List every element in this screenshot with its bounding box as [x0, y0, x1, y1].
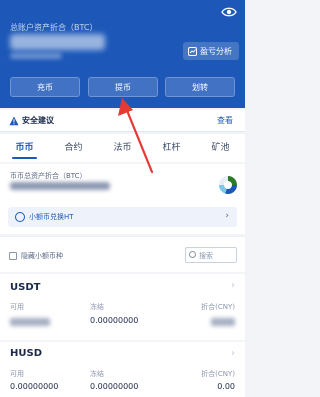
total-assets-value-blurred: [10, 34, 105, 50]
deposit-button[interactable]: 充币: [10, 77, 80, 97]
search-input[interactable]: 搜索: [185, 247, 237, 263]
transfer-button[interactable]: 划转: [165, 77, 235, 97]
tab-contract[interactable]: 合约: [49, 134, 98, 162]
list-item[interactable]: USDT › 可用 冻结 折合(CNY) 0.00000000: [0, 274, 245, 340]
spot-assets-value-blurred: [10, 182, 110, 190]
warning-icon: [9, 116, 19, 126]
coin-name: HUSD: [10, 348, 42, 359]
equivalent-header: 折合(CNY): [201, 303, 235, 311]
chart-icon: [188, 46, 197, 56]
available-value: 0.00000000: [10, 382, 59, 391]
eye-icon[interactable]: [221, 6, 237, 18]
equivalent-value-blurred: [211, 318, 235, 326]
frozen-header: 冻结: [90, 303, 104, 311]
coin-name: USDT: [10, 282, 41, 293]
available-value-blurred: [10, 318, 50, 326]
equivalent-value: 0.00: [217, 382, 235, 391]
hide-small-label: 隐藏小额币种: [21, 252, 63, 260]
equivalent-header: 折合(CNY): [201, 370, 235, 378]
tab-otc[interactable]: 法币: [98, 134, 147, 162]
tab-margin[interactable]: 杠杆: [147, 134, 196, 162]
chevron-right-icon: ›: [225, 211, 229, 221]
spot-assets-label: 币币总资产折合（BTC）: [10, 172, 87, 180]
spot-assets-card: 币币总资产折合（BTC） 小额币兑换HT ›: [0, 164, 245, 234]
frozen-header: 冻结: [90, 370, 104, 378]
profit-analysis-label: 盈亏分析: [200, 46, 232, 56]
total-assets-label: 总账户资产折合（BTC）: [10, 23, 98, 32]
filter-bar: 隐藏小额币种 搜索: [0, 236, 245, 272]
chevron-right-icon: ›: [231, 348, 235, 359]
small-coin-exchange-label: 小额币兑换HT: [29, 213, 74, 221]
security-view-link[interactable]: 查看: [217, 115, 233, 126]
frozen-value: 0.00000000: [90, 316, 139, 325]
search-placeholder: 搜索: [199, 252, 213, 260]
list-item[interactable]: HUSD › 可用 冻结 折合(CNY) 0.00000000 0.000000…: [0, 342, 245, 397]
hide-small-checkbox[interactable]: [9, 252, 17, 260]
exchange-icon: [15, 212, 25, 222]
profit-analysis-button[interactable]: 盈亏分析: [183, 42, 239, 60]
frozen-value: 0.00000000: [90, 382, 139, 391]
account-header: 总账户资产折合（BTC） 盈亏分析 充币 提币 划转: [0, 0, 245, 108]
withdraw-button[interactable]: 提币: [88, 77, 158, 97]
security-title: 安全建议: [22, 116, 54, 125]
tab-pool[interactable]: 矿池: [196, 134, 245, 162]
chevron-right-icon: ›: [231, 280, 235, 291]
security-suggestion-bar[interactable]: 安全建议 查看: [0, 110, 245, 132]
total-assets-cny-blurred: [10, 53, 62, 59]
asset-distribution-pie-icon[interactable]: [219, 176, 237, 194]
available-header: 可用: [10, 303, 24, 311]
account-tabs: 币币 合约 法币 杠杆 矿池: [0, 134, 245, 162]
small-coin-exchange-button[interactable]: 小额币兑换HT ›: [8, 207, 237, 227]
available-header: 可用: [10, 370, 24, 378]
tab-spot[interactable]: 币币: [0, 134, 49, 162]
search-icon: [189, 251, 196, 258]
